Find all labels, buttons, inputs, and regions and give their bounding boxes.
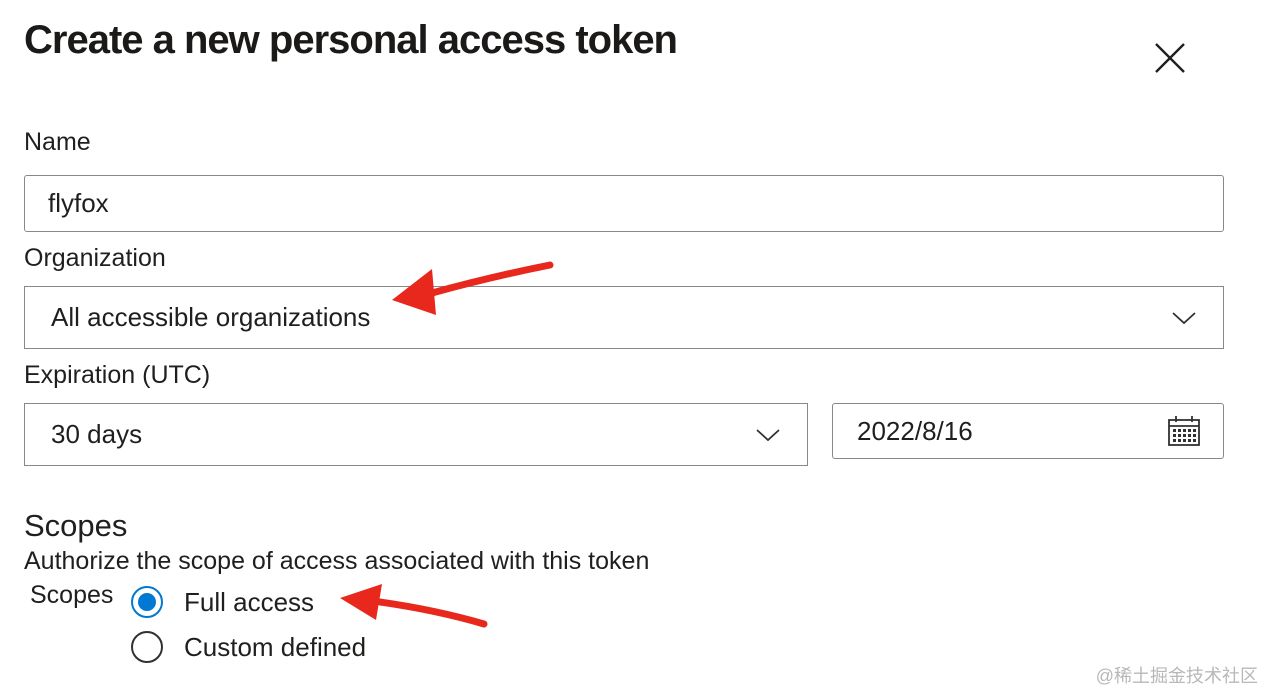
full-access-radio[interactable] xyxy=(131,586,163,618)
name-input[interactable] xyxy=(48,188,1223,219)
scopes-group-label: Scopes xyxy=(30,581,114,609)
chevron-down-icon xyxy=(756,428,780,441)
full-access-radio-option[interactable]: Full access xyxy=(131,586,314,618)
name-field-box[interactable] xyxy=(24,175,1224,232)
organization-label: Organization xyxy=(24,244,166,272)
watermark: @稀土掘金技术社区 xyxy=(1095,666,1258,686)
annotation-arrow xyxy=(340,584,488,628)
scopes-section-title: Scopes xyxy=(24,508,128,543)
expiration-selected-value: 30 days xyxy=(51,419,143,449)
organization-select[interactable]: All accessible organizations xyxy=(24,286,1224,349)
full-access-label: Full access xyxy=(184,586,315,617)
organization-selected-value: All accessible organizations xyxy=(51,302,371,332)
expiration-date-value: 2022/8/16 xyxy=(857,415,973,446)
calendar-icon[interactable] xyxy=(1167,415,1201,447)
dialog-title: Create a new personal access token xyxy=(24,18,678,62)
close-icon[interactable] xyxy=(1148,36,1192,80)
expiration-select[interactable]: 30 days xyxy=(24,403,808,466)
expiration-date-field[interactable]: 2022/8/16 xyxy=(832,403,1224,459)
expiration-label: Expiration (UTC) xyxy=(24,361,211,389)
custom-defined-radio-option[interactable]: Custom defined xyxy=(131,631,366,663)
scopes-description: Authorize the scope of access associated… xyxy=(24,547,650,575)
chevron-down-icon xyxy=(1172,311,1196,324)
name-label: Name xyxy=(24,128,91,156)
custom-defined-label: Custom defined xyxy=(184,631,367,662)
custom-defined-radio[interactable] xyxy=(131,631,163,663)
